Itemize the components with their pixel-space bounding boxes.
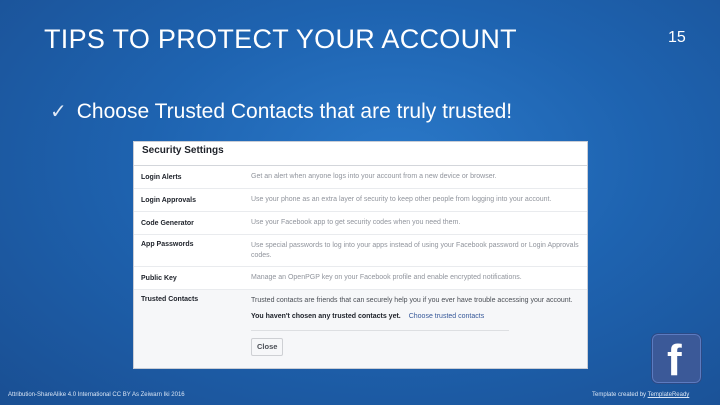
setting-description: Manage an OpenPGP key on your Facebook p…: [251, 274, 522, 281]
setting-name: App Passwords: [141, 241, 194, 248]
template-credit: Template created by TemplateReady: [592, 392, 689, 398]
setting-name: Public Key: [141, 274, 177, 282]
setting-name: Code Generator: [141, 219, 194, 227]
security-settings-screenshot: Security Settings Login Alerts Get an al…: [133, 141, 588, 369]
setting-description: Use special passwords to log into your a…: [251, 242, 579, 259]
security-settings-header: Security Settings: [134, 142, 587, 166]
notice-text: You haven't chosen any trusted contacts …: [251, 313, 401, 320]
template-credit-link[interactable]: TemplateReady: [648, 392, 690, 398]
facebook-logo-icon: f: [651, 333, 702, 384]
trusted-contacts-notice: You haven't chosen any trusted contacts …: [251, 312, 581, 322]
license-footer: Attribution-ShareAlike 4.0 International…: [8, 392, 185, 398]
close-button[interactable]: Close: [251, 338, 284, 356]
setting-name: Trusted Contacts: [141, 296, 199, 303]
setting-row-app-passwords[interactable]: App Passwords Use special passwords to l…: [134, 235, 587, 267]
setting-row-login-alerts[interactable]: Login Alerts Get an alert when anyone lo…: [134, 166, 587, 189]
setting-name: Login Approvals: [141, 196, 196, 204]
bullet-point: ✓ Choose Trusted Contacts that are truly…: [50, 99, 512, 124]
setting-description: Get an alert when anyone logs into your …: [251, 173, 497, 180]
template-credit-text: Template created by: [592, 392, 648, 398]
setting-description: Use your Facebook app to get security co…: [251, 219, 461, 226]
choose-trusted-contacts-link[interactable]: Choose trusted contacts: [409, 313, 485, 320]
setting-row-code-generator[interactable]: Code Generator Use your Facebook app to …: [134, 212, 587, 235]
trusted-contacts-panel: Trusted contacts are friends that can se…: [251, 296, 587, 356]
setting-row-public-key[interactable]: Public Key Manage an OpenPGP key on your…: [134, 267, 587, 290]
divider: [251, 330, 509, 331]
bullet-text: Choose Trusted Contacts that are truly t…: [76, 99, 513, 123]
setting-name: Login Alerts: [141, 173, 182, 181]
facebook-letter: f: [667, 336, 682, 385]
slide-title: TIPS TO PROTECT YOUR ACCOUNT: [44, 24, 517, 54]
setting-row-login-approvals[interactable]: Login Approvals Use your phone as an ext…: [134, 189, 587, 212]
checkmark-icon: ✓: [50, 101, 67, 123]
setting-description: Use your phone as an extra layer of secu…: [251, 196, 552, 203]
slide-number: 15: [668, 29, 686, 46]
setting-row-trusted-contacts[interactable]: Trusted Contacts Trusted contacts are fr…: [134, 290, 587, 368]
setting-description: Trusted contacts are friends that can se…: [251, 297, 573, 304]
